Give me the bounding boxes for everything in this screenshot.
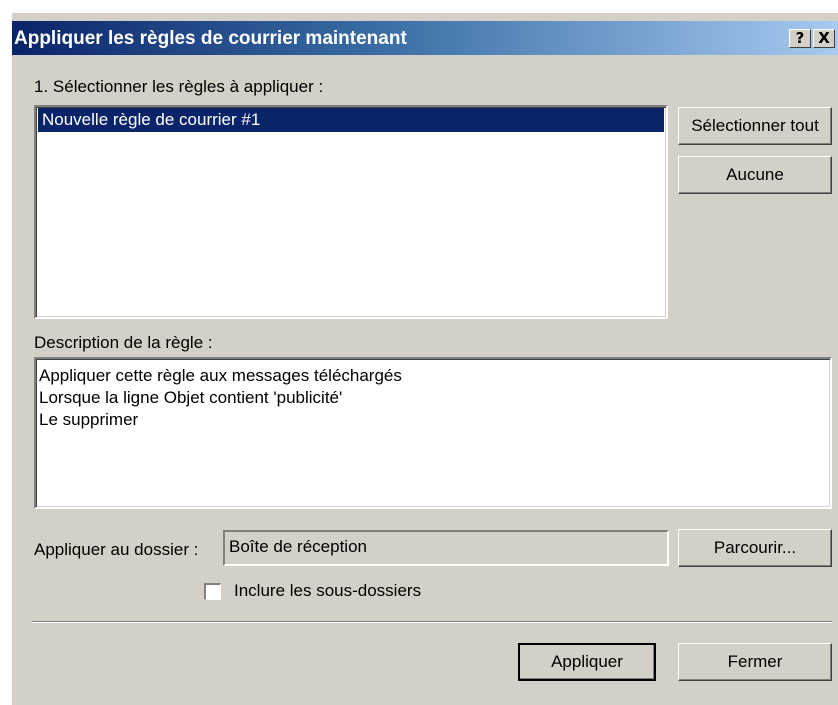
select-all-button[interactable]: Sélectionner tout (678, 107, 832, 145)
rule-list-item-selected[interactable]: Nouvelle règle de courrier #1 (38, 108, 664, 132)
include-subfolders-checkbox[interactable] (204, 583, 221, 600)
window-title: Appliquer les règles de courrier mainten… (14, 28, 407, 49)
rules-list-label: 1. Sélectionner les règles à appliquer : (34, 77, 324, 96)
apply-rules-dialog: Appliquer les règles de courrier mainten… (12, 13, 838, 705)
help-button[interactable]: ? (789, 29, 811, 48)
apply-to-folder-label: Appliquer au dossier : (34, 540, 199, 559)
include-subfolders-label[interactable]: Inclure les sous-dossiers (234, 581, 421, 601)
title-bar[interactable]: Appliquer les règles de courrier mainten… (12, 21, 838, 55)
folder-field: Boîte de réception (223, 530, 669, 566)
none-button[interactable]: Aucune (678, 156, 832, 194)
apply-button[interactable]: Appliquer (518, 643, 656, 681)
separator (32, 621, 832, 623)
description-line: Le supprimer (39, 410, 139, 429)
rules-list[interactable]: Nouvelle règle de courrier #1 (34, 105, 668, 319)
close-window-button[interactable]: X (813, 29, 835, 48)
description-line: Lorsque la ligne Objet contient 'publici… (39, 388, 343, 407)
rule-description-box[interactable]: Appliquer cette règle aux messages téléc… (34, 357, 832, 509)
rule-description-label: Description de la règle : (34, 333, 213, 352)
description-line: Appliquer cette règle aux messages téléc… (39, 366, 402, 385)
close-button[interactable]: Fermer (678, 643, 832, 681)
browse-button[interactable]: Parcourir... (678, 529, 832, 567)
